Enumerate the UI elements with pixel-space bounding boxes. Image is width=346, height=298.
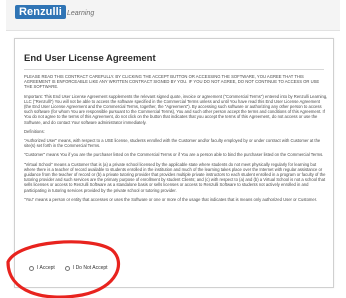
logo-main-text: Renzulli	[15, 5, 66, 19]
scroll-fade	[24, 246, 328, 256]
eula-title: End User License Agreement	[24, 53, 156, 64]
eula-paragraph: PLEASE READ THIS CONTRACT CAREFULLY. BY …	[24, 74, 320, 90]
eula-paragraph: Definitions:	[24, 128, 45, 134]
page: Renzulli Learning End User License Agree…	[0, 0, 346, 298]
eula-card: End User License Agreement PLEASE READ T…	[14, 38, 334, 288]
decline-radio[interactable]	[64, 265, 70, 271]
accept-radio[interactable]	[29, 265, 34, 271]
eula-paragraph: "You" means a person or entity that acce…	[24, 196, 318, 202]
eula-paragraph: "Customer" means You if you are the purc…	[24, 152, 324, 158]
title-divider	[24, 69, 324, 70]
header-bar: Renzulli Learning	[6, 0, 340, 31]
accept-option[interactable]: I Accept	[29, 265, 55, 271]
eula-paragraph: "Authorized User" means, with respect to…	[24, 138, 321, 149]
logo-sub-text: Learning	[66, 10, 95, 17]
eula-text-scroll-area[interactable]: PLEASE READ THIS CONTRACT CAREFULLY. BY …	[24, 74, 328, 256]
eula-paragraph: Important: This End User License Agreeme…	[24, 93, 328, 125]
decline-label: I Do Not Accept	[72, 265, 108, 271]
renzulli-logo: Renzulli Learning	[15, 5, 94, 25]
eula-paragraph: "Virtual School" means a Customer that i…	[24, 161, 326, 193]
acceptance-options: I Accept I Do Not Accept	[29, 265, 108, 271]
accept-label: I Accept	[37, 265, 55, 271]
decline-option[interactable]: I Do Not Accept	[64, 265, 108, 271]
